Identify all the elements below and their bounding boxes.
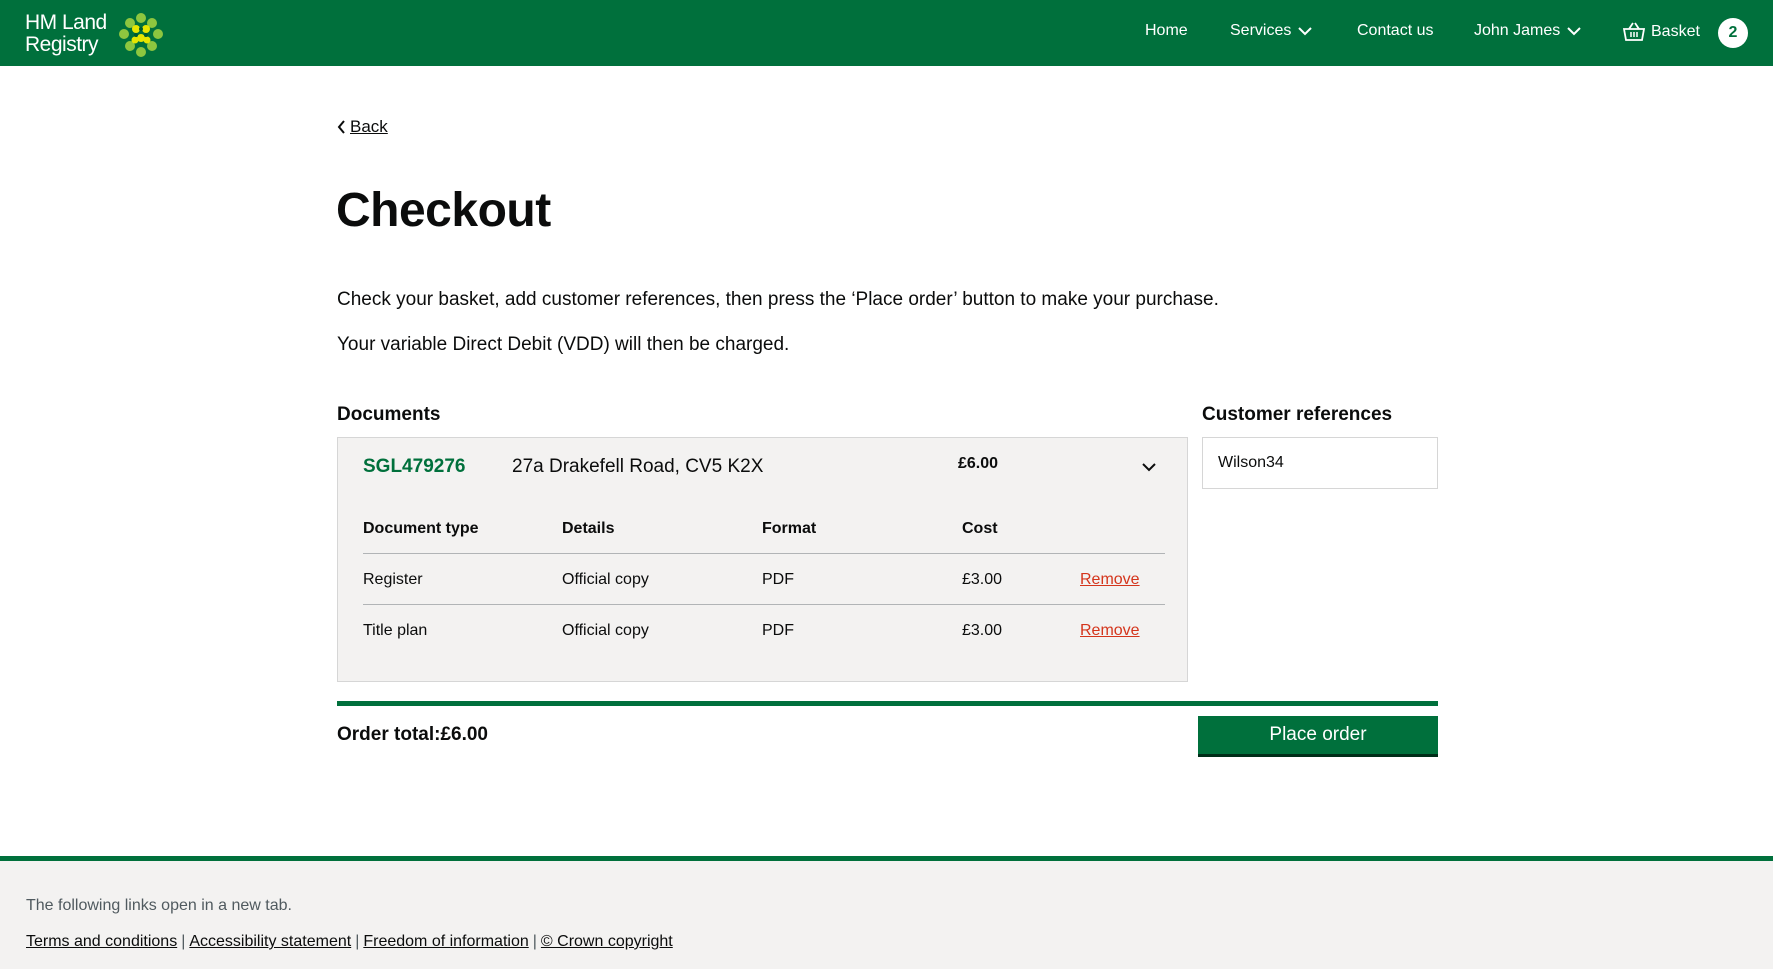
crown-copyright-link[interactable]: © Crown copyright [541, 933, 673, 950]
place-order-button[interactable]: Place order [1198, 716, 1438, 757]
accessibility-link[interactable]: Accessibility statement [189, 933, 351, 950]
nav-home[interactable]: Home [1145, 22, 1188, 40]
nav-contact[interactable]: Contact us [1357, 22, 1433, 40]
nav-user-label: John James [1474, 22, 1561, 39]
link-separator: | [532, 933, 537, 950]
back-link[interactable]: Back [337, 117, 388, 137]
link-separator: | [355, 933, 360, 950]
nav-home-label: Home [1145, 22, 1188, 39]
order-total: Order total:£6.00 [337, 724, 488, 746]
table-divider [363, 604, 1165, 605]
nav-services-label: Services [1230, 22, 1292, 39]
site-header: HM Land Registry Home Services Contact u… [0, 0, 1773, 66]
order-total-label: Order total: [337, 724, 441, 745]
title-total-cost: £6.00 [958, 455, 999, 472]
document-panel: SGL479276 27a Drakefell Road, CV5 K2X £6… [337, 437, 1188, 682]
customer-references-heading: Customer references [1202, 404, 1393, 425]
document-type-cell: Title plan [363, 622, 428, 639]
nav-basket-label: Basket [1651, 23, 1700, 40]
chevron-down-icon [1567, 27, 1581, 36]
site-footer: The following links open in a new tab. T… [0, 856, 1773, 969]
footer-note: The following links open in a new tab. [26, 897, 292, 914]
table-divider [363, 553, 1165, 554]
nav-contact-label: Contact us [1357, 22, 1434, 39]
basket-count-badge[interactable]: 2 [1718, 18, 1748, 48]
chevron-down-icon [1298, 27, 1313, 36]
nav-user-menu[interactable]: John James [1474, 22, 1582, 40]
format-cell: PDF [762, 571, 794, 588]
column-header-format: Format [762, 520, 817, 537]
chevron-left-icon [337, 120, 345, 134]
footer-links: Terms and conditions | Accessibility state… [26, 933, 673, 951]
link-separator: | [181, 933, 186, 950]
column-header-cost: Cost [962, 520, 998, 537]
format-cell: PDF [762, 622, 794, 639]
details-cell: Official copy [562, 571, 649, 588]
documents-heading: Documents [337, 404, 441, 425]
foi-link[interactable]: Freedom of information [363, 933, 528, 950]
vdd-text: Your variable Direct Debit (VDD) will th… [337, 334, 790, 355]
remove-link[interactable]: Remove [1080, 571, 1140, 589]
terms-link[interactable]: Terms and conditions [26, 933, 177, 950]
remove-link[interactable]: Remove [1080, 622, 1140, 640]
chevron-down-icon[interactable] [1139, 457, 1159, 477]
order-total-value: £6.00 [440, 724, 488, 745]
nav-basket[interactable]: Basket [1623, 22, 1700, 42]
column-header-document-type: Document type [363, 520, 479, 537]
property-address: 27a Drakefell Road, CV5 K2X [512, 456, 764, 477]
customer-reference-input[interactable] [1202, 437, 1438, 489]
title-number-link[interactable]: SGL479276 [363, 456, 465, 478]
basket-icon [1623, 22, 1645, 41]
cost-cell: £3.00 [962, 571, 1003, 588]
cost-cell: £3.00 [962, 622, 1003, 639]
document-type-cell: Register [363, 571, 423, 588]
hmlr-crest-icon[interactable] [116, 12, 166, 58]
back-link-label: Back [350, 117, 388, 136]
page-title: Checkout [336, 184, 551, 237]
logo-text[interactable]: HM Land Registry [25, 12, 107, 56]
column-header-details: Details [562, 520, 615, 537]
intro-text: Check your basket, add customer referenc… [337, 289, 1219, 310]
details-cell: Official copy [562, 622, 649, 639]
order-total-divider [337, 701, 1438, 706]
logo-line1: HM Land [25, 11, 107, 34]
nav-services[interactable]: Services [1230, 22, 1313, 40]
logo-line2: Registry [25, 33, 99, 56]
